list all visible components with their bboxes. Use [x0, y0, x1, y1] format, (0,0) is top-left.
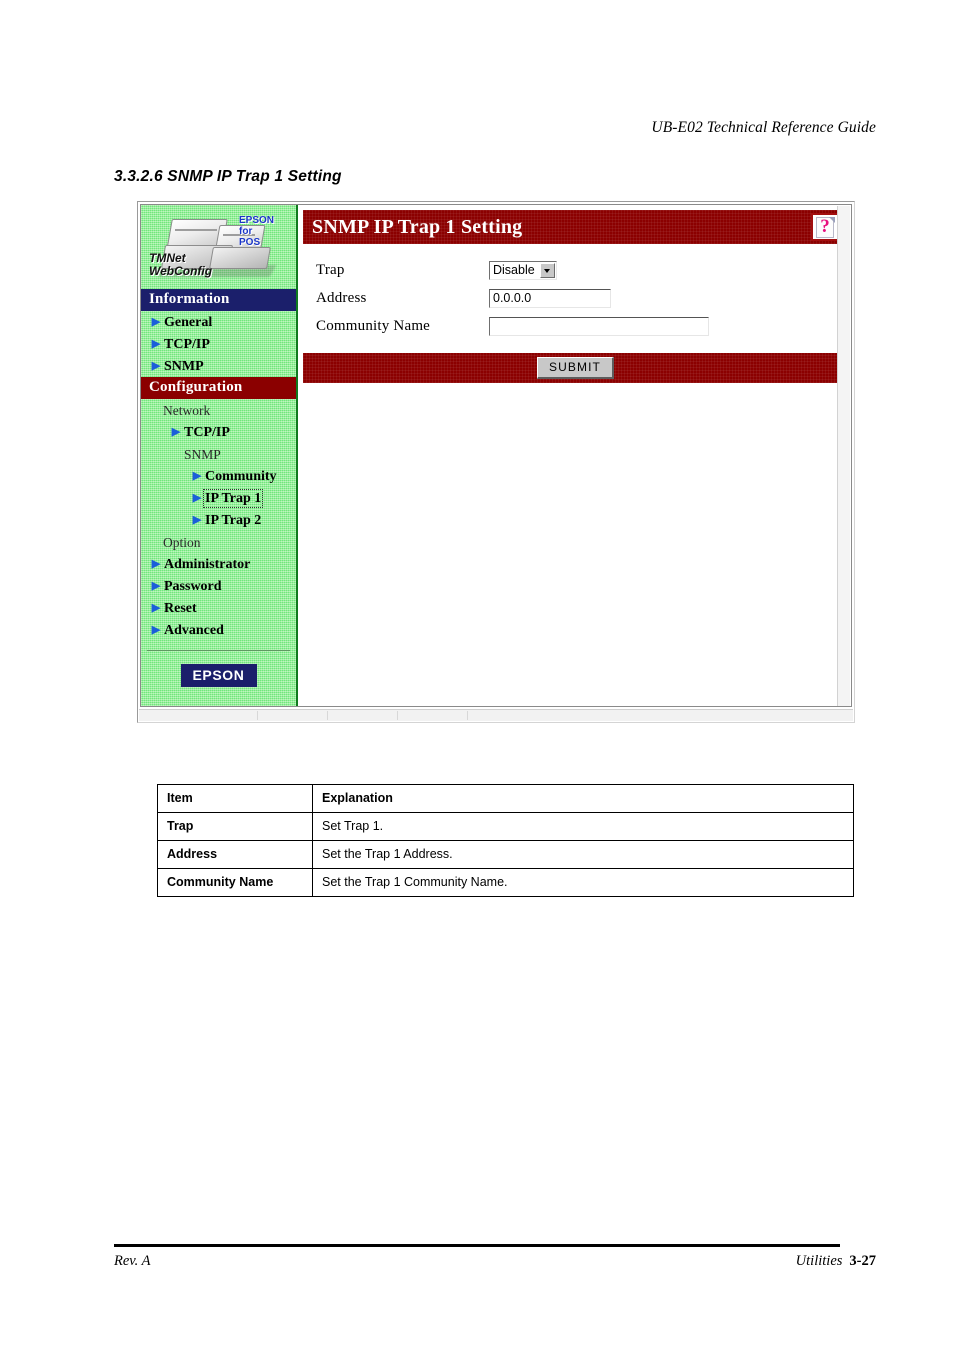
- form-row-trap: Trap Disable: [316, 257, 851, 283]
- triangle-right-icon: ▶: [151, 579, 161, 592]
- sidebar-item-label: Advanced: [164, 622, 224, 638]
- column-header-item: Item: [157, 784, 313, 813]
- printer-base-secondary: [209, 247, 271, 269]
- running-head: UB-E02 Technical Reference Guide: [651, 119, 876, 136]
- table-cell-explanation: Set Trap 1.: [312, 812, 854, 841]
- sidebar-item-ip-trap-1[interactable]: ▶ IP Trap 1: [141, 487, 296, 509]
- table-header-row: Item Explanation: [157, 784, 854, 813]
- sidebar-item-advanced[interactable]: ▶ Advanced: [141, 619, 296, 641]
- triangle-right-icon: ▶: [192, 513, 202, 526]
- sidebar-item-label: Community: [205, 468, 277, 484]
- epson-logo-badge: EPSON: [180, 664, 257, 687]
- sidebar-section-header-information: Information: [141, 289, 296, 311]
- sidebar-item-general[interactable]: ▶ General: [141, 311, 296, 333]
- sidebar-item-reset[interactable]: ▶ Reset: [141, 597, 296, 619]
- section-heading: 3.3.2.6 SNMP IP Trap 1 Setting: [114, 168, 342, 185]
- sidebar-item-administrator[interactable]: ▶ Administrator: [141, 553, 296, 575]
- sidebar-item-community[interactable]: ▶ Community: [141, 465, 296, 487]
- community-name-input[interactable]: [489, 316, 709, 336]
- tmnet-line: TMNet: [149, 251, 186, 265]
- settings-form: Trap Disable Address Community Name: [298, 244, 851, 339]
- navigation-sidebar: EPSON for POS TMNet WebConfig Informatio…: [141, 205, 298, 706]
- submit-button[interactable]: SUBMIT: [537, 357, 614, 379]
- form-row-address: Address: [316, 285, 851, 311]
- explanation-table: Item Explanation Trap Set Trap 1. Addres…: [157, 784, 854, 897]
- triangle-right-icon: ▶: [192, 491, 202, 504]
- sidebar-group-network: Network: [163, 402, 211, 418]
- column-header-explanation: Explanation: [312, 784, 854, 813]
- submit-bar: SUBMIT: [303, 353, 843, 383]
- epson-for-pos-text: EPSON for POS: [239, 215, 274, 248]
- sidebar-item-label: IP Trap 1: [202, 488, 264, 508]
- page-title: SNMP IP Trap 1 Setting: [312, 215, 523, 238]
- sidebar-item-label: TCP/IP: [184, 424, 230, 440]
- table-cell-explanation: Set the Trap 1 Address.: [312, 840, 854, 869]
- table-cell-item: Trap: [157, 812, 313, 841]
- address-label: Address: [316, 289, 367, 306]
- table-cell-item: Community Name: [157, 868, 313, 897]
- sidebar-item-tcpip-info[interactable]: ▶ TCP/IP: [141, 333, 296, 355]
- trap-label: Trap: [316, 261, 345, 278]
- epson-brand-line: EPSON: [239, 215, 275, 226]
- sidebar-group-option: Option: [163, 534, 201, 550]
- browser-status-bar: [139, 709, 853, 721]
- triangle-right-icon: ▶: [171, 425, 181, 438]
- triangle-right-icon: ▶: [151, 557, 161, 570]
- footer-page-info: Utilities 3-27: [796, 1253, 876, 1270]
- content-pane: SNMP IP Trap 1 Setting ? Trap Disable Ad…: [298, 205, 851, 706]
- sidebar-item-label: Administrator: [164, 556, 251, 572]
- pos-line: POS: [239, 237, 261, 248]
- sidebar-item-label: Password: [164, 578, 222, 594]
- triangle-right-icon: ▶: [151, 315, 161, 328]
- table-row: Trap Set Trap 1.: [157, 812, 854, 841]
- tmnet-webconfig-logo: EPSON for POS TMNet WebConfig: [141, 205, 296, 289]
- triangle-right-icon: ▶: [151, 601, 161, 614]
- table-row: Address Set the Trap 1 Address.: [157, 840, 854, 869]
- for-line: for: [239, 226, 253, 237]
- vertical-scrollbar[interactable]: [837, 206, 850, 706]
- sidebar-section-header-configuration: Configuration: [141, 377, 296, 399]
- sidebar-item-label: SNMP: [164, 358, 204, 374]
- sidebar-group-snmp: SNMP: [184, 446, 221, 462]
- sidebar-item-label: Reset: [164, 600, 197, 616]
- triangle-right-icon: ▶: [151, 337, 161, 350]
- page-title-bar: SNMP IP Trap 1 Setting ?: [303, 210, 843, 244]
- trap-select[interactable]: Disable: [489, 260, 557, 280]
- help-question-mark: ?: [820, 216, 830, 237]
- sidebar-item-label: TCP/IP: [164, 336, 210, 352]
- browser-viewport: EPSON for POS TMNet WebConfig Informatio…: [140, 204, 852, 707]
- help-icon[interactable]: ?: [811, 213, 839, 241]
- footer-rule: [114, 1244, 840, 1247]
- table-cell-item: Address: [157, 840, 313, 869]
- triangle-right-icon: ▶: [151, 623, 161, 636]
- tmnet-webconfig-text: TMNet WebConfig: [149, 252, 212, 277]
- address-input[interactable]: [489, 288, 611, 308]
- sidebar-item-tcpip-config[interactable]: ▶ TCP/IP: [141, 421, 296, 443]
- chevron-down-icon[interactable]: [539, 262, 555, 278]
- printer-paper-slot: [175, 229, 217, 231]
- sidebar-item-password[interactable]: ▶ Password: [141, 575, 296, 597]
- triangle-right-icon: ▶: [151, 359, 161, 372]
- sidebar-item-label: General: [164, 314, 213, 330]
- table-row: Community Name Set the Trap 1 Community …: [157, 868, 854, 897]
- table-cell-explanation: Set the Trap 1 Community Name.: [312, 868, 854, 897]
- form-row-community-name: Community Name: [316, 313, 851, 339]
- sidebar-item-ip-trap-2[interactable]: ▶ IP Trap 2: [141, 509, 296, 531]
- community-name-label: Community Name: [316, 317, 431, 334]
- footer-revision: Rev. A: [114, 1253, 151, 1269]
- webconfig-line: WebConfig: [149, 263, 213, 278]
- triangle-right-icon: ▶: [192, 469, 202, 482]
- sidebar-item-label: IP Trap 2: [205, 512, 262, 528]
- footer-page-number: 3-27: [849, 1253, 876, 1269]
- footer-section-label: Utilities: [795, 1253, 843, 1269]
- browser-window-screenshot: EPSON for POS TMNet WebConfig Informatio…: [137, 201, 855, 723]
- sidebar-item-snmp-info[interactable]: ▶ SNMP: [141, 355, 296, 377]
- trap-select-value: Disable: [493, 263, 535, 277]
- sidebar-divider: [147, 650, 290, 651]
